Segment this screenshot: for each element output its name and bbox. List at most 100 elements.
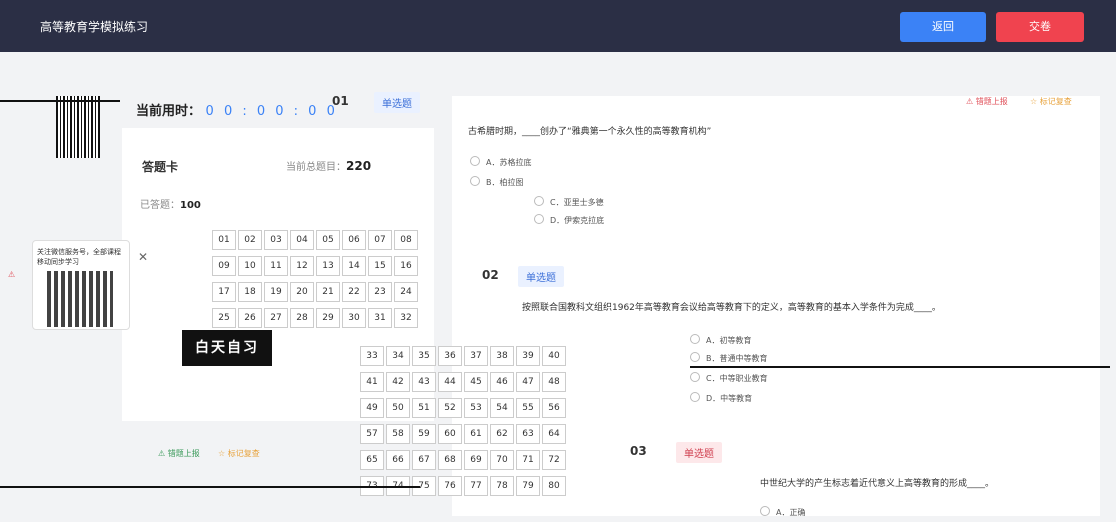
answer-cell[interactable]: 59	[412, 424, 436, 444]
answer-cell[interactable]: 51	[412, 398, 436, 418]
answer-cell[interactable]: 76	[438, 476, 462, 496]
answer-cell[interactable]: 39	[516, 346, 540, 366]
answer-cell[interactable]: 43	[412, 372, 436, 392]
option-1d[interactable]: D．伊索克拉底	[534, 214, 604, 226]
question-stem-3: 中世纪大学的产生标志着近代意义上高等教育的形成____。	[760, 479, 995, 489]
answer-cell[interactable]: 58	[386, 424, 410, 444]
answer-cell[interactable]: 12	[290, 256, 314, 276]
answer-cell[interactable]: 06	[342, 230, 366, 250]
answer-cell[interactable]: 36	[438, 346, 462, 366]
answer-cell[interactable]: 47	[516, 372, 540, 392]
option-2b[interactable]: B．普通中等教育	[690, 352, 768, 364]
option-2a[interactable]: A．初等教育	[690, 334, 751, 346]
option-3a[interactable]: A．正确	[760, 506, 805, 518]
answer-cell[interactable]: 26	[238, 308, 262, 328]
option-1a[interactable]: A．苏格拉底	[470, 156, 531, 168]
answer-cell[interactable]: 50	[386, 398, 410, 418]
answer-cell[interactable]: 35	[412, 346, 436, 366]
answer-cell[interactable]: 41	[360, 372, 384, 392]
answer-cell[interactable]: 63	[516, 424, 540, 444]
answer-cell[interactable]: 25	[212, 308, 236, 328]
answer-cell[interactable]: 30	[342, 308, 366, 328]
answer-cell[interactable]: 10	[238, 256, 262, 276]
answer-cell[interactable]: 79	[516, 476, 540, 496]
answer-cell[interactable]: 33	[360, 346, 384, 366]
answer-cell[interactable]: 71	[516, 450, 540, 470]
question-num-2: 02	[482, 268, 499, 282]
mark-review-button[interactable]: ☆ 标记复查	[1030, 96, 1072, 107]
answer-cell[interactable]: 03	[264, 230, 288, 250]
answer-cell[interactable]: 27	[264, 308, 288, 328]
answer-cell[interactable]: 19	[264, 282, 288, 302]
answer-cell[interactable]: 22	[342, 282, 366, 302]
answer-cell[interactable]: 16	[394, 256, 418, 276]
total-value: 220	[346, 159, 372, 173]
answer-cell[interactable]: 62	[490, 424, 514, 444]
answer-cell[interactable]: 24	[394, 282, 418, 302]
answer-cell[interactable]: 45	[464, 372, 488, 392]
answer-cell[interactable]: 61	[464, 424, 488, 444]
back-button[interactable]: 返回	[900, 12, 986, 42]
answer-cell[interactable]: 02	[238, 230, 262, 250]
answer-cell[interactable]: 23	[368, 282, 392, 302]
answer-cell[interactable]: 55	[516, 398, 540, 418]
answer-cell[interactable]: 52	[438, 398, 462, 418]
question-num-3: 03	[630, 444, 647, 458]
answer-cell[interactable]: 01	[212, 230, 236, 250]
answer-cell[interactable]: 64	[542, 424, 566, 444]
answer-cell[interactable]: 46	[490, 372, 514, 392]
answer-cell[interactable]: 14	[342, 256, 366, 276]
answer-cell[interactable]: 60	[438, 424, 462, 444]
top-bar: 高等教育学模拟练习 返回 交卷	[0, 0, 1116, 52]
answer-cell[interactable]: 54	[490, 398, 514, 418]
answer-cell[interactable]: 53	[464, 398, 488, 418]
report-error-button-2[interactable]: ⚠ 错题上报	[158, 448, 200, 459]
answer-cell[interactable]: 80	[542, 476, 566, 496]
answer-cell[interactable]: 15	[368, 256, 392, 276]
answer-cell[interactable]: 04	[290, 230, 314, 250]
answer-cell[interactable]: 69	[464, 450, 488, 470]
answer-cell[interactable]: 38	[490, 346, 514, 366]
answer-cell[interactable]: 18	[238, 282, 262, 302]
answer-cell[interactable]: 08	[394, 230, 418, 250]
answer-cell[interactable]: 70	[490, 450, 514, 470]
answer-cell[interactable]: 31	[368, 308, 392, 328]
answer-cell[interactable]: 37	[464, 346, 488, 366]
answer-cell[interactable]: 68	[438, 450, 462, 470]
answer-cell[interactable]: 49	[360, 398, 384, 418]
answer-cell[interactable]: 66	[386, 450, 410, 470]
answer-cell[interactable]: 48	[542, 372, 566, 392]
answer-cell[interactable]: 34	[386, 346, 410, 366]
answer-cell[interactable]: 05	[316, 230, 340, 250]
report-error-button[interactable]: ⚠ 错题上报	[966, 96, 1008, 107]
answer-cell[interactable]: 44	[438, 372, 462, 392]
question-stem-1: 古希腊时期，____创办了“雅典第一个永久性的高等教育机构”	[468, 127, 712, 137]
mark-review-button-2[interactable]: ☆ 标记复查	[218, 448, 260, 459]
option-1b[interactable]: B．柏拉图	[470, 176, 524, 188]
answer-cell[interactable]: 77	[464, 476, 488, 496]
answer-cell[interactable]: 57	[360, 424, 384, 444]
answer-cell[interactable]: 56	[542, 398, 566, 418]
answer-cell[interactable]: 11	[264, 256, 288, 276]
answer-cell[interactable]: 07	[368, 230, 392, 250]
answer-cell[interactable]: 67	[412, 450, 436, 470]
answer-cell[interactable]: 29	[316, 308, 340, 328]
answer-cell[interactable]: 78	[490, 476, 514, 496]
answer-cell[interactable]: 42	[386, 372, 410, 392]
answer-cell[interactable]: 17	[212, 282, 236, 302]
answer-cell[interactable]: 09	[212, 256, 236, 276]
option-2c[interactable]: C．中等职业教育	[690, 372, 768, 384]
option-2d[interactable]: D．中等教育	[690, 392, 752, 404]
glitch-barcode	[56, 96, 100, 158]
answer-cell[interactable]: 20	[290, 282, 314, 302]
answer-cell[interactable]: 65	[360, 450, 384, 470]
close-icon[interactable]: ✕	[138, 250, 148, 264]
submit-button[interactable]: 交卷	[996, 12, 1084, 42]
answer-cell[interactable]: 13	[316, 256, 340, 276]
answer-cell[interactable]: 28	[290, 308, 314, 328]
option-1c[interactable]: C．亚里士多德	[534, 196, 604, 208]
answer-cell[interactable]: 72	[542, 450, 566, 470]
answer-cell[interactable]: 21	[316, 282, 340, 302]
answer-cell[interactable]: 32	[394, 308, 418, 328]
answer-cell[interactable]: 40	[542, 346, 566, 366]
